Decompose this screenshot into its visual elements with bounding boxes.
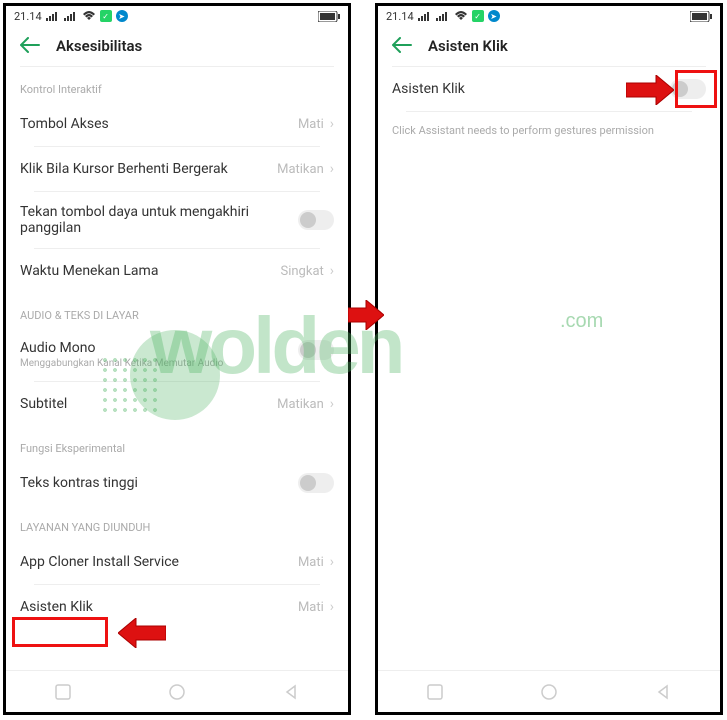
row-tombol-akses[interactable]: Tombol Akses Mati ›	[20, 102, 334, 146]
telegram-icon: ➤	[116, 10, 128, 22]
chevron-right-icon: ›	[330, 396, 334, 412]
chevron-right-icon: ›	[330, 116, 334, 132]
header: Asisten Klik	[378, 26, 720, 66]
battery-icon	[690, 11, 712, 22]
watermark-suffix: .com	[560, 310, 603, 333]
row-teks-kontras[interactable]: Teks kontras tinggi	[20, 461, 334, 505]
nav-home-icon[interactable]	[540, 683, 558, 701]
nav-recents-icon[interactable]	[54, 683, 72, 701]
content-scroll[interactable]: Asisten Klik Click Assistant needs to pe…	[378, 67, 720, 670]
row-label: Waktu Menekan Lama	[20, 263, 281, 279]
row-value: Mati	[298, 600, 324, 615]
arrow-right-icon	[626, 75, 674, 105]
row-label: Tekan tombol daya untuk mengakhiri pangg…	[20, 204, 298, 236]
nav-home-icon[interactable]	[168, 683, 186, 701]
signal-icon-2	[64, 11, 78, 21]
toggle-switch[interactable]	[298, 340, 334, 360]
toggle-switch[interactable]	[298, 473, 334, 493]
permission-description: Click Assistant needs to perform gesture…	[392, 112, 706, 149]
page-title: Asisten Klik	[428, 37, 508, 55]
row-label: Teks kontras tinggi	[20, 475, 298, 491]
row-value: Mati	[298, 117, 324, 132]
signal-icon-2	[436, 11, 450, 21]
arrow-center-icon	[348, 300, 384, 330]
back-arrow-icon[interactable]	[20, 36, 40, 56]
section-fungsi-label: Fungsi Eksperimental	[20, 442, 334, 455]
whatsapp-icon: ✓	[100, 10, 112, 22]
status-bar: 21.14 ✓ ➤	[6, 6, 348, 26]
nav-back-icon[interactable]	[282, 683, 300, 701]
section-layanan-label: LAYANAN YANG DIUNDUH	[20, 521, 334, 534]
navbar	[6, 670, 348, 712]
wifi-icon	[454, 11, 468, 21]
row-value: Mati	[298, 555, 324, 570]
row-waktu-menekan[interactable]: Waktu Menekan Lama Singkat ›	[20, 249, 334, 293]
row-value: Matikan	[277, 162, 324, 177]
signal-icon	[46, 11, 60, 21]
section-kontrol-label: Kontrol Interaktif	[20, 83, 334, 96]
row-label: Klik Bila Kursor Berhenti Bergerak	[20, 161, 277, 177]
row-label: Asisten Klik	[20, 599, 298, 615]
toggle-switch[interactable]	[670, 79, 706, 99]
chevron-right-icon: ›	[330, 161, 334, 177]
arrow-left-icon	[118, 618, 166, 648]
battery-icon	[318, 11, 340, 22]
wifi-icon	[82, 11, 96, 21]
nav-back-icon[interactable]	[654, 683, 672, 701]
chevron-right-icon: ›	[330, 263, 334, 279]
page-title: Aksesibilitas	[56, 37, 142, 55]
row-label: Tombol Akses	[20, 116, 298, 132]
row-value: Singkat	[281, 264, 324, 279]
row-app-cloner[interactable]: App Cloner Install Service Mati ›	[20, 540, 334, 584]
chevron-right-icon: ›	[330, 599, 334, 615]
status-bar: 21.14 ✓ ➤	[378, 6, 720, 26]
row-asisten-klik[interactable]: Asisten Klik Mati ›	[20, 585, 334, 629]
row-klik-kursor[interactable]: Klik Bila Kursor Berhenti Bergerak Matik…	[20, 147, 334, 191]
header: Aksesibilitas	[6, 26, 348, 66]
phone-right: 21.14 ✓ ➤ Asisten Klik Asisten Kli	[375, 3, 723, 715]
status-time: 21.14	[386, 10, 414, 23]
section-audio-label: AUDIO & TEKS DI LAYAR	[20, 309, 334, 322]
telegram-icon: ➤	[488, 10, 500, 22]
navbar	[378, 670, 720, 712]
status-time: 21.14	[14, 10, 42, 23]
row-label: App Cloner Install Service	[20, 554, 298, 570]
chevron-right-icon: ›	[330, 554, 334, 570]
signal-icon	[418, 11, 432, 21]
nav-recents-icon[interactable]	[426, 683, 444, 701]
row-tekan-tombol[interactable]: Tekan tombol daya untuk mengakhiri pangg…	[20, 192, 334, 248]
toggle-switch[interactable]	[298, 210, 334, 230]
back-arrow-icon[interactable]	[392, 36, 412, 56]
whatsapp-icon: ✓	[472, 10, 484, 22]
row-value: Matikan	[277, 397, 324, 412]
watermark-logo-icon	[130, 330, 220, 420]
